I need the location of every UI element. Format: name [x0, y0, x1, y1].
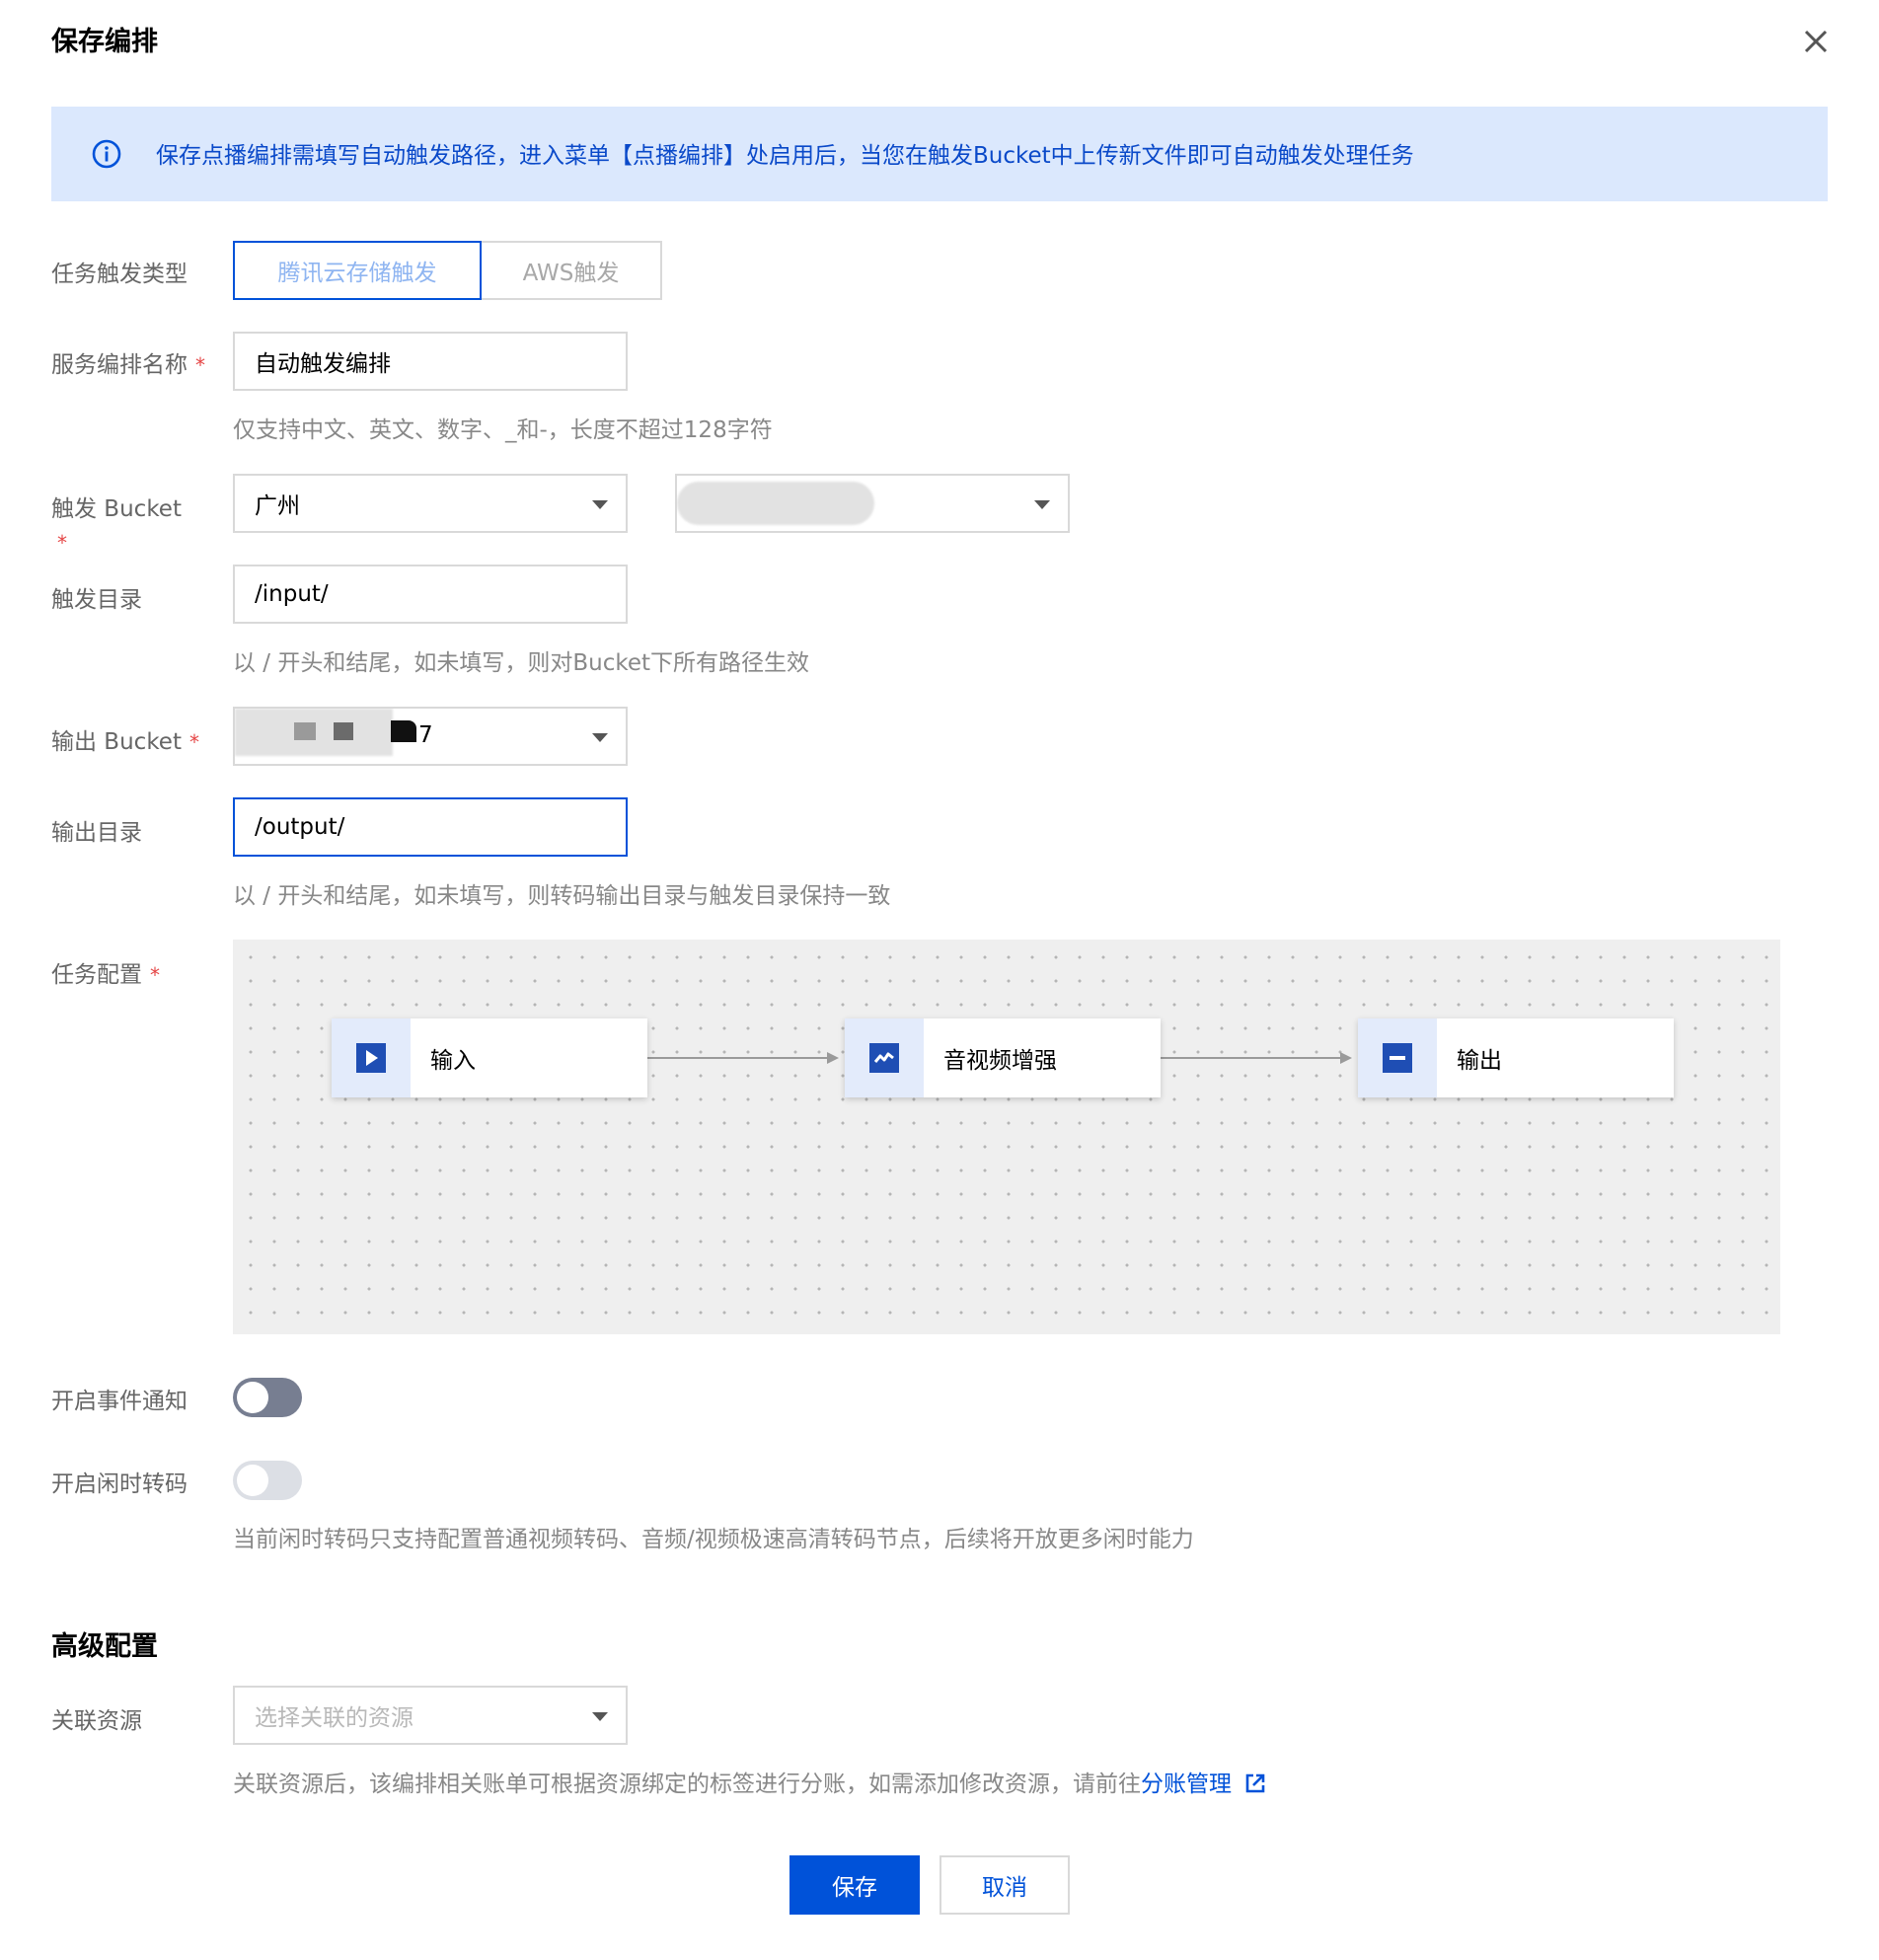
redaction-pixel: [391, 720, 416, 742]
service-name-label-text: 服务编排名称: [51, 352, 188, 378]
service-name-input[interactable]: 自动触发编排: [233, 332, 628, 391]
enhance-icon: [869, 1043, 899, 1073]
resource-select[interactable]: 选择关联的资源: [233, 1686, 628, 1745]
toggle-knob: [237, 1382, 268, 1413]
output-icon: [1383, 1043, 1412, 1073]
resource-label: 关联资源: [51, 1708, 142, 1734]
trigger-region-select[interactable]: 广州: [233, 474, 628, 533]
chevron-down-icon: [592, 733, 608, 742]
workflow-node-output[interactable]: 输出: [1358, 1018, 1674, 1097]
trigger-region-value: 广州: [255, 493, 300, 519]
workflow-connectors: [647, 1052, 1352, 1064]
alert-text: 保存点播编排需填写自动触发路径，进入菜单【点播编排】处启用后，当您在触发Buck…: [156, 143, 1414, 169]
resource-placeholder: 选择关联的资源: [255, 1705, 413, 1731]
workflow-node-enhance[interactable]: 音视频增强: [845, 1018, 1161, 1097]
save-button[interactable]: 保存: [789, 1855, 920, 1915]
node-label: 输出: [1457, 1048, 1502, 1074]
dialog-title: 保存编排: [51, 27, 158, 57]
trigger-type-aws-option[interactable]: AWS触发: [480, 241, 662, 300]
output-bucket-label: 输出 Bucket *: [51, 722, 199, 756]
trigger-dir-input[interactable]: /input/: [233, 565, 628, 624]
connector-arrow: [1340, 1052, 1352, 1064]
chevron-down-icon: [1034, 500, 1050, 509]
idle-transcode-toggle[interactable]: [233, 1461, 302, 1500]
output-dir-value: /output/: [255, 814, 345, 840]
required-mark: *: [188, 730, 199, 754]
connector-arrow: [827, 1052, 839, 1064]
service-name-label: 服务编排名称 *: [51, 345, 205, 379]
cancel-button[interactable]: 取消: [940, 1855, 1070, 1915]
output-bucket-select[interactable]: 7: [233, 707, 628, 766]
redaction-pixel: [294, 722, 316, 740]
trigger-type-tencent-option[interactable]: 腾讯云存储触发: [233, 241, 482, 300]
trigger-bucket-select[interactable]: [675, 474, 1070, 533]
toggle-knob: [237, 1465, 268, 1496]
output-dir-input[interactable]: /output/: [233, 797, 628, 857]
service-name-hint: 仅支持中文、英文、数字、_和-，长度不超过128字符: [233, 417, 773, 443]
save-orchestration-dialog: 保存编排 保存点播编排需填写自动触发路径，进入菜单【点播编排】处启用后，当您在触…: [0, 0, 1879, 1960]
trigger-dir-hint: 以 / 开头和结尾，如未填写，则对Bucket下所有路径生效: [233, 650, 810, 676]
workflow-canvas[interactable]: 输入 音视频增强 输出: [233, 940, 1780, 1334]
idle-transcode-hint: 当前闲时转码只支持配置普通视频转码、音频/视频极速高清转码节点，后续将开放更多闲…: [233, 1527, 1194, 1552]
close-icon[interactable]: [1798, 24, 1834, 59]
output-dir-label: 输出目录: [51, 820, 142, 846]
resource-hint-text: 关联资源后，该编排相关账单可根据资源绑定的标签进行分账，如需添加修改资源，请前往: [233, 1772, 1141, 1797]
advanced-section-title: 高级配置: [51, 1631, 158, 1662]
event-notify-label: 开启事件通知: [51, 1389, 188, 1414]
chevron-down-icon: [592, 500, 608, 509]
required-mark: *: [57, 531, 67, 555]
play-icon: [356, 1043, 386, 1073]
task-config-label-text: 任务配置: [51, 962, 142, 988]
external-link-icon[interactable]: [1244, 1772, 1266, 1794]
workflow-node-input[interactable]: 输入: [332, 1018, 647, 1097]
idle-transcode-label: 开启闲时转码: [51, 1471, 188, 1497]
billing-management-link[interactable]: 分账管理: [1141, 1772, 1232, 1797]
output-dir-hint: 以 / 开头和结尾，如未填写，则转码输出目录与触发目录保持一致: [233, 883, 891, 909]
trigger-type-label: 任务触发类型: [51, 262, 188, 287]
redacted-bucket-name: [677, 482, 874, 525]
node-label: 音视频增强: [943, 1048, 1057, 1074]
chevron-down-icon: [592, 1712, 608, 1721]
output-bucket-label-text: 输出 Bucket: [51, 729, 182, 755]
required-mark: *: [150, 963, 160, 987]
required-mark: *: [195, 353, 205, 377]
node-label: 输入: [430, 1048, 476, 1074]
info-alert: 保存点播编排需填写自动触发路径，进入菜单【点播编排】处启用后，当您在触发Buck…: [51, 107, 1828, 201]
trigger-bucket-label: 触发 Bucket: [51, 496, 182, 522]
redaction-pixel: [334, 722, 353, 740]
output-bucket-value-suffix: 7: [418, 722, 433, 748]
event-notify-toggle[interactable]: [233, 1378, 302, 1417]
info-icon: [91, 138, 122, 170]
service-name-value: 自动触发编排: [255, 351, 391, 377]
task-config-label: 任务配置 *: [51, 955, 160, 989]
resource-hint: 关联资源后，该编排相关账单可根据资源绑定的标签进行分账，如需添加修改资源，请前往…: [233, 1765, 1266, 1798]
trigger-dir-value: /input/: [255, 581, 329, 607]
trigger-dir-label: 触发目录: [51, 587, 142, 613]
